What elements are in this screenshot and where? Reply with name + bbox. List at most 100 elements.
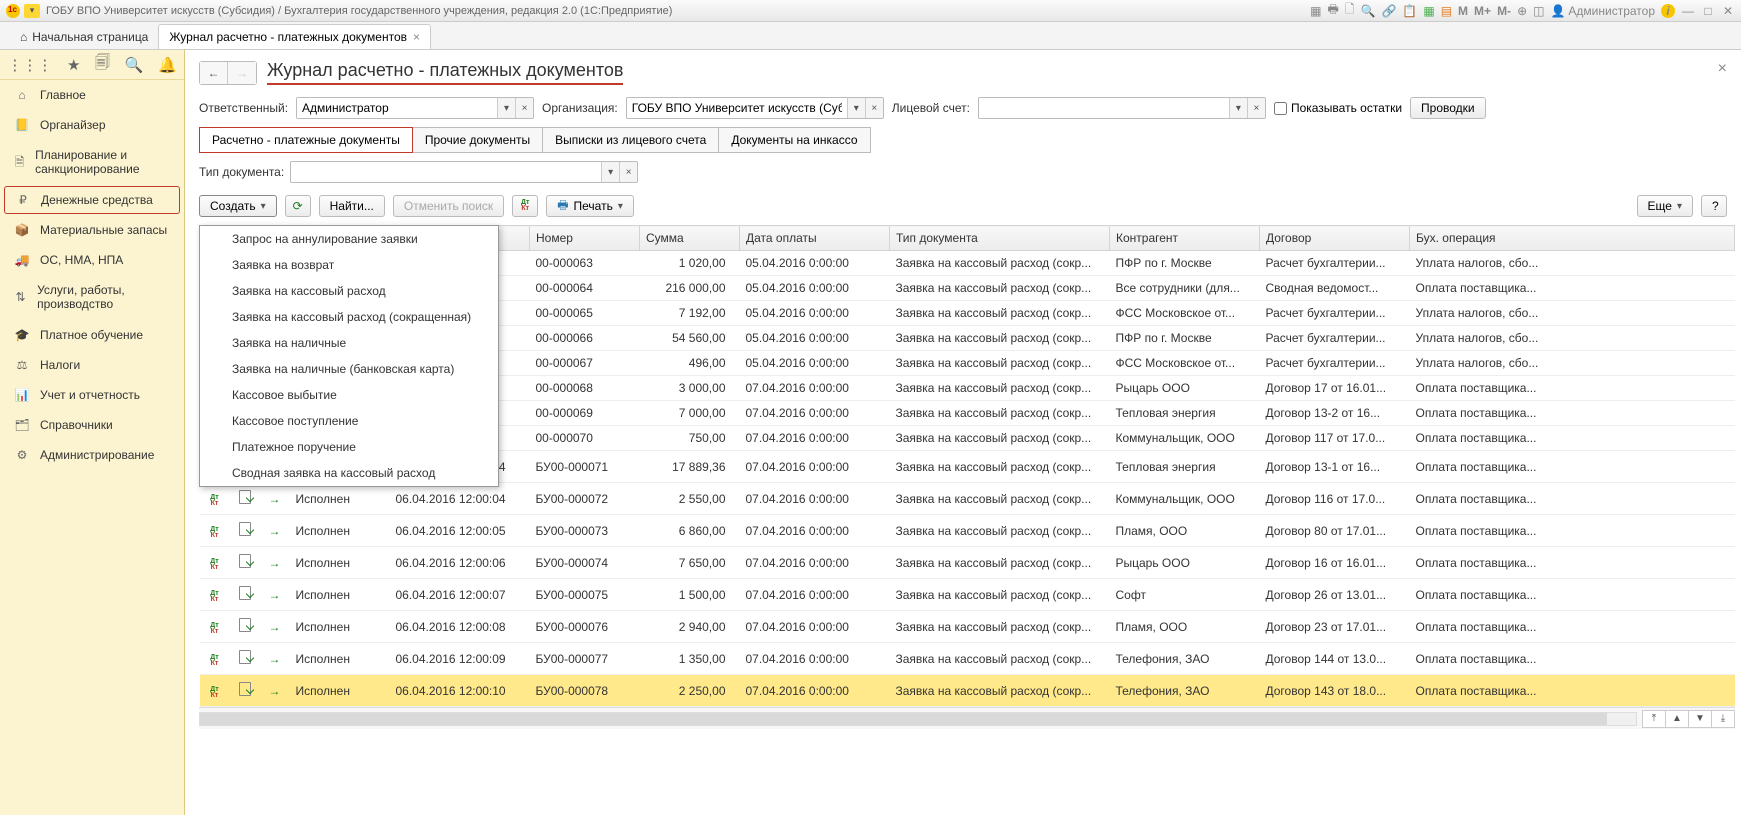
star-icon[interactable]: ★ [67,56,80,74]
create-button[interactable]: Создать [199,195,277,217]
back-button[interactable]: ← [200,62,228,84]
create-menu-item-3[interactable]: Заявка на кассовый расход (сокращенная) [200,304,498,330]
col-header-7[interactable]: Дата оплаты [740,226,890,251]
create-menu-item-9[interactable]: Сводная заявка на кассовый расход [200,460,498,486]
mem-m[interactable]: M [1458,4,1468,18]
dropdown-icon[interactable]: ▾ [847,98,865,118]
minimize-button[interactable]: — [1681,4,1695,18]
org-combo[interactable]: ▾ × [626,97,884,119]
panels-icon[interactable]: ◫ [1533,4,1544,18]
zoom-icon[interactable]: ⊕ [1517,4,1527,18]
refresh-button[interactable]: ⟳ [285,195,311,217]
tab-close-icon[interactable]: × [413,30,420,44]
mem-mminus[interactable]: M- [1497,4,1511,18]
col-header-5[interactable]: Номер [530,226,640,251]
dropdown-icon[interactable]: ▾ [1229,98,1247,118]
col-header-8[interactable]: Тип документа [890,226,1110,251]
sidebar-item-7[interactable]: 🎓Платное обучение [0,320,184,350]
sidebar-item-3[interactable]: ₽Денежные средства [4,186,180,214]
show-balance-checkbox[interactable]: Показывать остатки [1274,101,1402,115]
dropdown-icon[interactable]: ▾ [601,162,619,182]
col-header-11[interactable]: Бух. операция [1410,226,1735,251]
table-row[interactable]: ДтКт→Исполнен06.04.2016 12:00:04БУ00-000… [200,483,1735,515]
subtab-3[interactable]: Документы на инкассо [718,127,870,153]
clear-icon[interactable]: × [865,98,883,118]
sidebar-item-2[interactable]: 🗎Планирование и санкционирование [0,140,184,185]
create-menu-item-2[interactable]: Заявка на кассовый расход [200,278,498,304]
create-menu-item-1[interactable]: Заявка на возврат [200,252,498,278]
create-menu-item-7[interactable]: Кассовое поступление [200,408,498,434]
sidebar-item-6[interactable]: ⇅Услуги, работы, производство [0,275,184,320]
page-close-icon[interactable]: × [1718,60,1727,78]
clipboard-icon[interactable]: 📋 [1402,4,1417,18]
bell-icon[interactable]: 🔔 [158,56,177,74]
subtab-0[interactable]: Расчетно - платежные документы [199,127,413,153]
page-tab[interactable]: Журнал расчетно - платежных документов × [158,24,431,49]
create-menu-item-0[interactable]: Запрос на аннулирование заявки [200,226,498,252]
find-button[interactable]: Найти... [319,195,385,217]
col-header-6[interactable]: Сумма [640,226,740,251]
doctype-input[interactable] [291,162,601,182]
sidebar-item-10[interactable]: 🗂Справочники [0,410,184,440]
forward-button[interactable]: → [228,62,256,84]
sidebar-item-9[interactable]: 📊Учет и отчетность [0,380,184,410]
clear-icon[interactable]: × [1247,98,1265,118]
app-menu-dropdown[interactable] [24,4,40,18]
apps-icon[interactable]: ⋮⋮⋮ [7,56,52,74]
doctype-combo[interactable]: ▾ × [290,161,638,183]
subtab-2[interactable]: Выписки из лицевого счета [542,127,719,153]
create-menu-item-6[interactable]: Кассовое выбытие [200,382,498,408]
scroll-up-button[interactable]: ▲ [1665,710,1689,728]
show-balance-input[interactable] [1274,102,1287,115]
create-menu-item-5[interactable]: Заявка на наличные (банковская карта) [200,356,498,382]
table-row[interactable]: ДтКт→Исполнен06.04.2016 12:00:10БУ00-000… [200,675,1735,707]
responsible-combo[interactable]: ▾ × [296,97,534,119]
more-button[interactable]: Еще [1637,195,1693,217]
org-input[interactable] [627,98,847,118]
account-input[interactable] [979,98,1229,118]
account-combo[interactable]: ▾ × [978,97,1266,119]
search-icon[interactable]: 🔍 [1361,4,1376,18]
horizontal-scrollbar[interactable] [199,712,1637,726]
grid-icon[interactable]: ▦ [1310,4,1321,18]
user-badge[interactable]: 👤 Администратор [1550,4,1655,18]
sidebar-item-8[interactable]: ⚖Налоги [0,350,184,380]
table-row[interactable]: ДтКт→Исполнен06.04.2016 12:00:08БУ00-000… [200,611,1735,643]
table-row[interactable]: ДтКт→Исполнен06.04.2016 12:00:09БУ00-000… [200,643,1735,675]
scroll-down-button[interactable]: ▼ [1688,710,1712,728]
sidebar-item-11[interactable]: ⚙Администрирование [0,440,184,470]
calc-icon[interactable]: ▦ [1423,4,1434,18]
sidebar-item-4[interactable]: 📦Материальные запасы [0,215,184,245]
table-row[interactable]: ДтКт→Исполнен06.04.2016 12:00:07БУ00-000… [200,579,1735,611]
subtab-1[interactable]: Прочие документы [412,127,543,153]
sidebar-item-1[interactable]: 📒Органайзер [0,110,184,140]
scroll-bottom-button[interactable]: ⤓ [1711,710,1735,728]
col-header-9[interactable]: Контрагент [1110,226,1260,251]
sidebar-item-5[interactable]: 🚚ОС, НМА, НПА [0,245,184,275]
clipboard2-icon[interactable]: 🗐 [95,52,110,77]
search2-icon[interactable]: 🔍 [125,56,144,74]
table-row[interactable]: ДтКт→Исполнен06.04.2016 12:00:05БУ00-000… [200,515,1735,547]
create-menu-item-4[interactable]: Заявка на наличные [200,330,498,356]
mem-mplus[interactable]: M+ [1474,4,1491,18]
calendar-icon[interactable]: ▤ [1441,4,1452,18]
responsible-input[interactable] [297,98,497,118]
postings-button[interactable]: Проводки [1410,97,1486,119]
table-row[interactable]: ДтКт→Исполнен06.04.2016 12:00:06БУ00-000… [200,547,1735,579]
clear-icon[interactable]: × [619,162,637,182]
print-button[interactable]: 🖶 Печать [546,195,634,217]
clear-icon[interactable]: × [515,98,533,118]
scroll-top-button[interactable]: ⤒ [1642,710,1666,728]
maximize-button[interactable]: □ [1701,4,1715,18]
link-icon[interactable]: 🔗 [1381,4,1396,18]
cancel-search-button[interactable]: Отменить поиск [393,195,504,217]
print-icon[interactable]: 🖶 [1328,0,1339,21]
dropdown-icon[interactable]: ▾ [497,98,515,118]
col-header-10[interactable]: Договор [1260,226,1410,251]
dtkt-button[interactable]: ДтКт [512,195,538,217]
sidebar-item-0[interactable]: ⌂Главное [0,80,184,110]
info-icon[interactable]: i [1661,4,1675,18]
document-icon[interactable]: 🗋 [1345,0,1355,21]
help-button[interactable]: ? [1701,195,1727,217]
create-menu-item-8[interactable]: Платежное поручение [200,434,498,460]
